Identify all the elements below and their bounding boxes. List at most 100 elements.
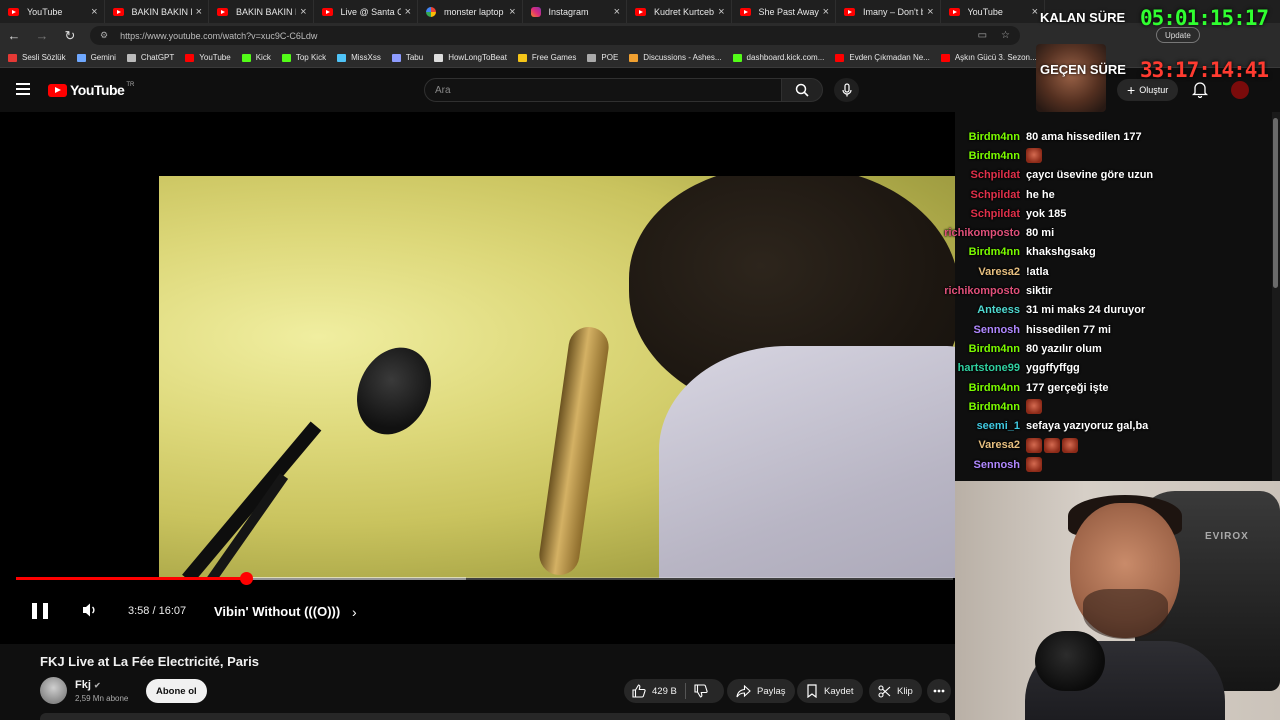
chat-username: richikomposto — [944, 227, 1020, 240]
browser-tab[interactable]: YouTube × — [0, 0, 105, 23]
back-icon[interactable]: ← — [0, 28, 28, 43]
scrollbar-thumb[interactable] — [1273, 118, 1278, 288]
browser-tab[interactable]: monster laptop c × — [418, 0, 523, 23]
bookmark-label: Aşkın Gücü 3. Sezon... — [954, 53, 1037, 62]
pause-icon — [32, 603, 37, 619]
video-frame[interactable] — [159, 176, 955, 578]
search-button[interactable] — [781, 78, 823, 102]
bookmark-item[interactable]: Top Kick — [281, 53, 326, 62]
clip-button[interactable]: Klip — [869, 679, 922, 703]
chapter-title[interactable]: Vibin' Without (((O))) — [214, 604, 340, 619]
menu-icon[interactable] — [16, 83, 30, 95]
description-box[interactable] — [40, 713, 950, 720]
tab-title: Live @ Santa Clau — [340, 6, 401, 17]
bookmark-item[interactable]: YouTube — [185, 53, 231, 62]
close-tab-icon[interactable]: × — [91, 6, 97, 18]
tab-title: Imany – Don't be — [863, 6, 923, 17]
search-box — [424, 78, 782, 102]
emote-icon — [1044, 437, 1060, 453]
youtube-icon — [112, 7, 124, 16]
bookmark-item[interactable]: dashboard.kick.com... — [732, 53, 824, 62]
chat-text: siktir — [1026, 285, 1053, 298]
scrubber-handle[interactable] — [239, 572, 253, 585]
address-bar[interactable]: ⚙ https://www.youtube.com/watch?v=xuc9C-… — [90, 26, 1020, 45]
account-avatar[interactable] — [1231, 81, 1249, 99]
chat-text: çaycı üsevine göre uzun — [1026, 169, 1154, 182]
bookmark-label: POE — [601, 53, 619, 62]
reload-icon[interactable]: ↻ — [56, 28, 84, 44]
browser-tab[interactable]: Instagram × — [523, 0, 627, 23]
bookmark-item[interactable]: POE — [587, 53, 618, 62]
youtube-icon — [321, 7, 333, 16]
bookmark-item[interactable]: Tabu — [391, 53, 423, 62]
install-app-icon[interactable]: ▭ — [978, 30, 987, 41]
tab-title: monster laptop c — [444, 6, 506, 17]
bookmark-item[interactable]: Kick — [241, 53, 271, 62]
voice-search-button[interactable] — [834, 78, 859, 102]
close-tab-icon[interactable]: × — [1032, 6, 1038, 18]
browser-tab[interactable]: Kudret Kurtcebe × — [627, 0, 732, 23]
save-button[interactable]: Kaydet — [797, 679, 863, 703]
chat-username: Schpildat — [970, 169, 1020, 182]
browser-tab[interactable]: YouTube × — [941, 0, 1045, 23]
bookmark-star-icon[interactable]: ☆ — [1001, 30, 1010, 41]
chat-username: Anteess — [977, 304, 1020, 317]
chat-text: hissedilen 77 mi — [1026, 323, 1111, 336]
volume-button[interactable] — [82, 602, 99, 618]
plus-icon: + — [1127, 82, 1136, 98]
forward-icon[interactable]: → — [28, 28, 56, 43]
browser-tab[interactable]: BAKIN BAKIN NE × — [209, 0, 314, 23]
video-player[interactable]: 3:58 / 16:07 Vibin' Without (((O))) › — [0, 112, 955, 644]
bookmark-label: Gemini — [90, 53, 116, 62]
channel-name[interactable]: Fkj ✔ — [75, 679, 101, 691]
search-input[interactable] — [425, 79, 781, 101]
elapsed-time-value: 33:17:14:41 — [1140, 58, 1269, 82]
more-actions-button[interactable] — [927, 679, 951, 703]
bookmark-favicon-icon — [517, 53, 527, 62]
channel-avatar[interactable] — [40, 677, 67, 704]
tab-title: Instagram — [548, 6, 589, 17]
close-tab-icon[interactable]: × — [196, 6, 202, 18]
google-icon — [426, 6, 436, 17]
bookmark-favicon-icon — [281, 53, 291, 62]
browser-tab[interactable]: Imany – Don't be × — [836, 0, 941, 23]
chat-text — [1026, 437, 1080, 453]
close-tab-icon[interactable]: × — [300, 6, 306, 18]
bookmark-item[interactable]: MissXss — [337, 53, 381, 62]
video-title: FKJ Live at La Fée Electricité, Paris — [40, 654, 259, 669]
close-tab-icon[interactable]: × — [927, 6, 933, 18]
create-button[interactable]: + Oluştur — [1117, 79, 1179, 101]
chat-message: Schpildat he he — [935, 185, 1195, 204]
bookmark-item[interactable]: Gemini — [76, 53, 116, 62]
bookmark-item[interactable]: Discussions - Ashes... — [629, 53, 722, 62]
close-tab-icon[interactable]: × — [509, 6, 515, 18]
close-tab-icon[interactable]: × — [405, 6, 411, 18]
bookmark-item[interactable]: Sesli Sözlük — [8, 53, 66, 62]
notifications-button[interactable] — [1191, 81, 1209, 103]
bookmark-item[interactable]: Aşkın Gücü 3. Sezon... — [940, 53, 1037, 62]
dislike-button[interactable] — [686, 679, 716, 703]
browser-tab[interactable]: BAKIN BAKIN NE × — [105, 0, 209, 23]
clip-label: Klip — [897, 685, 913, 697]
close-tab-icon[interactable]: × — [614, 6, 620, 18]
progress-bar[interactable] — [16, 572, 953, 585]
pause-button[interactable] — [32, 602, 48, 620]
chat-username: Birdm4nn — [968, 149, 1020, 162]
bookmark-label: ChatGPT — [140, 53, 175, 62]
site-info-icon[interactable]: ⚙ — [100, 30, 108, 41]
like-button[interactable]: 429 B — [624, 679, 685, 703]
bookmark-item[interactable]: ChatGPT — [126, 53, 175, 62]
bookmark-favicon-icon — [76, 53, 86, 62]
close-tab-icon[interactable]: × — [718, 6, 724, 18]
chat-text: 80 yazılır olum — [1026, 342, 1102, 355]
chevron-right-icon[interactable]: › — [352, 604, 357, 620]
youtube-logo[interactable]: YouTube TR — [48, 82, 134, 98]
subscribe-button[interactable]: Abone ol — [146, 679, 207, 703]
close-tab-icon[interactable]: × — [823, 6, 829, 18]
bookmark-item[interactable]: HowLongToBeat — [434, 53, 507, 62]
share-button[interactable]: Paylaş — [727, 679, 795, 703]
browser-tab[interactable]: She Past Away - / × — [732, 0, 836, 23]
browser-tab[interactable]: Live @ Santa Clau × — [314, 0, 418, 23]
bookmark-item[interactable]: Free Games — [517, 53, 576, 62]
bookmark-item[interactable]: Evden Çıkmadan Ne... — [835, 53, 930, 62]
